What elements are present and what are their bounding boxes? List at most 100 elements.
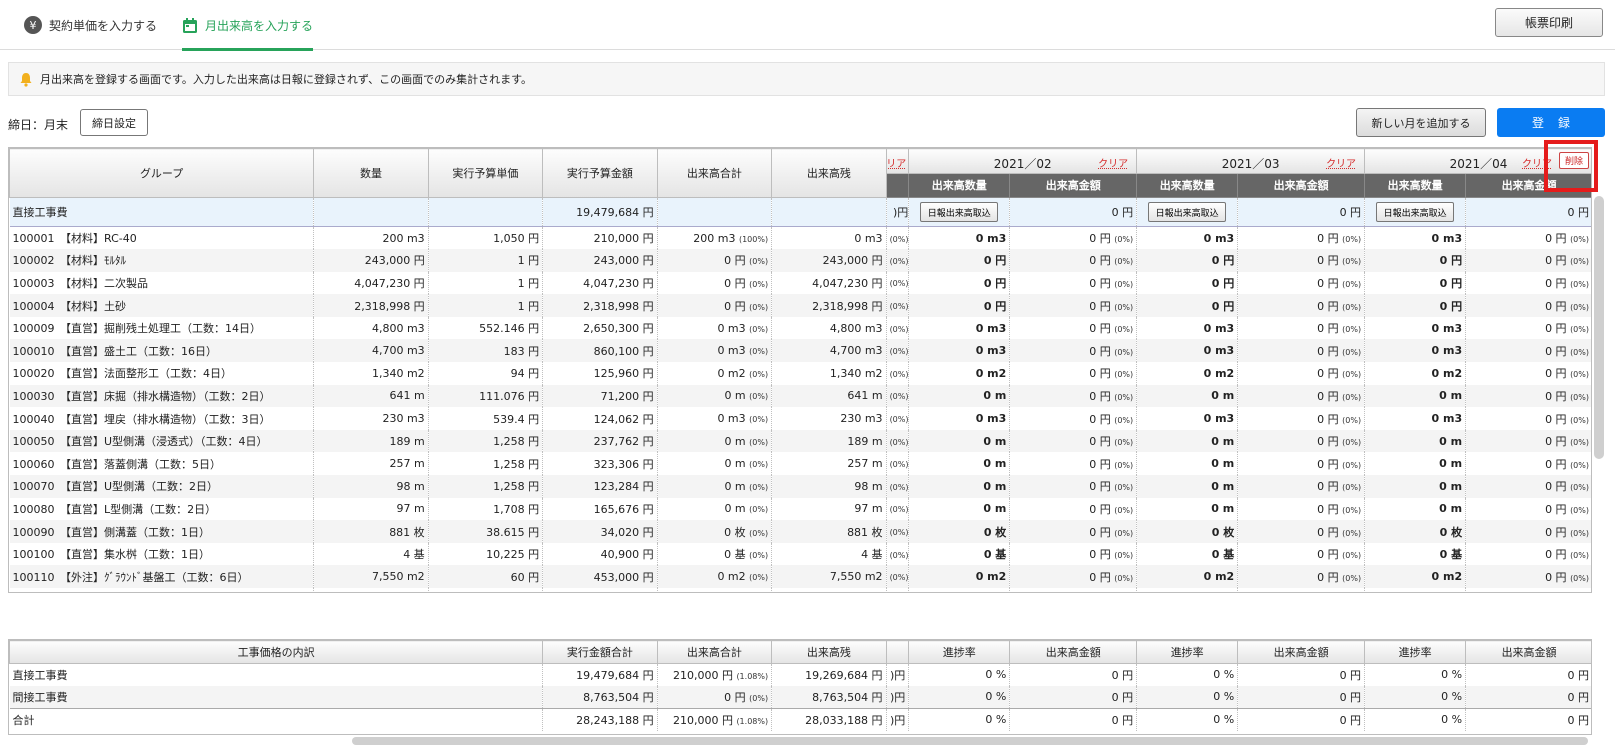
item-remaining: 4 基 — [771, 542, 887, 566]
summary-progress-amount: 0 円 — [1465, 685, 1591, 709]
item-quantity: 230 m3 — [313, 407, 429, 430]
summary-table: 工事価格の内訳 実行金額合計 出来高合計 出来高残 進捗率 出来高金額 進捗率 … — [8, 639, 1592, 735]
month-amount: 0 円 (0%) — [1009, 407, 1138, 430]
month-amount-value: 0 円 — [1089, 480, 1111, 494]
table-row[interactable]: 100004 【材料】土砂 2,318,998 円1 円 2,318,998 円0 … — [9, 294, 1591, 317]
month-qty-input-value: 0 m3 — [1203, 412, 1235, 426]
item-partial: (0%) — [886, 316, 910, 340]
item-budget: 2,318,998 円 — [542, 294, 658, 317]
table-row[interactable]: 100010 【直営】盛土工（工数：16日） 4,700 m3 183 円 860,1… — [9, 339, 1591, 363]
item-progress-total-percent: (0%) — [749, 324, 769, 334]
month-amount-percent: (0%) — [1342, 415, 1362, 425]
month-amount: 0 円 (0%) — [1237, 588, 1366, 592]
bell-icon — [19, 72, 33, 87]
item-remaining-value: 0 m3 — [854, 231, 883, 245]
summary-progress-rate-value: 0 % — [1213, 713, 1235, 727]
table-row[interactable]: 100060 【直営】落蓋側溝（工数：5日） 257 m 1,258 円 323,30… — [9, 452, 1591, 476]
table-row[interactable]: 100110 【外注】ｸﾞﾗｳﾝﾄﾞ基盤工（工数：6日） 7,550 m2 60 円… — [9, 565, 1591, 588]
item-progress-total: 0 m (0%) — [657, 452, 773, 476]
item-unit-price-value: 1 円 — [517, 254, 540, 268]
month-amount: 0 円 (0%) — [1465, 339, 1591, 363]
month-amount-percent: (0%) — [1114, 551, 1134, 561]
table-row[interactable]: 100100 【直営】集水桝（工数：1日） 4 基 10,225 円 40,900 円… — [9, 542, 1591, 566]
table-row[interactable]: 100002 【材料】ﾓﾙﾀﾙ 243,000 円1 円 243,000 円0 円 … — [9, 249, 1591, 272]
item-unit-price-value: 1 円 — [517, 276, 540, 290]
item-name-value: 100020 【直営】法面整形工（工数：4日） — [12, 367, 233, 381]
month-amount-value: 0 円 — [1545, 232, 1567, 246]
closing-day-settings-button[interactable]: 締日設定 — [80, 109, 148, 136]
import-daily-report-button[interactable]: 日報出来高取込 — [920, 202, 999, 222]
month-qty-input: 0 m3 — [908, 407, 1011, 430]
month-qty-input-value: 0 m3 — [1431, 412, 1463, 426]
month-qty-input: 0 m — [1364, 475, 1467, 498]
add-new-month-button[interactable]: 新しい月を追加する — [1356, 108, 1486, 137]
import-daily-report-button[interactable]: 日報出来高取込 — [1376, 202, 1455, 222]
summary-progress-total-percent: (1.08%) — [736, 671, 769, 681]
tab-monthly-progress[interactable]: 月出来高を入力する — [182, 0, 314, 51]
month-amount: 0 円 (0%) — [1465, 362, 1591, 385]
month-amount: 0 円 (0%) — [1009, 316, 1138, 340]
table-row[interactable]: 100120 【外注】ｸﾞﾗｳﾝﾄﾞ表層工（工数：6日）7,550 m2200 … — [9, 588, 1591, 592]
register-button[interactable]: 登録 — [1497, 108, 1605, 137]
month-amount-value: 0 円 — [1545, 254, 1567, 268]
table-row[interactable]: 100020 【直営】法面整形工（工数：4日） 1,340 m2 94 円 125,9… — [9, 362, 1591, 385]
horizontal-scrollbar[interactable] — [352, 737, 1588, 745]
table-row[interactable]: 100050 【直営】U型側溝（浸透式）（工数：4日） 189 m 1,258 円 2… — [9, 429, 1591, 453]
item-remaining-value: 257 m — [847, 457, 883, 471]
month-amount-percent: (0%) — [1570, 347, 1589, 357]
month-amount: 0 円 (0%) — [1465, 520, 1591, 543]
print-report-button[interactable]: 帳票印刷 — [1495, 8, 1603, 37]
clear-link-partial[interactable]: リア — [887, 155, 906, 170]
cell — [313, 197, 429, 227]
table-row[interactable]: 100090 【直営】側溝蓋（工数：1日） 881 枚 38.615 円 34,020… — [9, 520, 1591, 543]
cell — [771, 197, 887, 227]
item-quantity-value: 257 m — [389, 457, 425, 471]
item-remaining: 243,000 円 — [771, 249, 887, 272]
table-row[interactable]: 100001 【材料】RC-40 200 m3 1,050 円 210,000 円 20… — [9, 226, 1591, 250]
item-partial: (0%) — [886, 226, 910, 250]
item-partial-percent: (0%) — [889, 392, 909, 402]
tab-contract-price[interactable]: ¥ 契約単価を入力する — [24, 0, 157, 50]
clear-link-2021-02[interactable]: クリア — [1098, 155, 1128, 170]
item-progress-total-percent: (0%) — [749, 369, 769, 379]
table-row[interactable]: 100040 【直営】埋戻（排水構造物）（工数：3日） 230 m3 539.4 円… — [9, 407, 1591, 430]
item-quantity: 2,318,998 円 — [313, 294, 429, 317]
col-group: グループ — [9, 148, 315, 198]
month-amount-value: 0 円 — [1089, 412, 1111, 426]
month-amount-value: 0 円 — [1317, 548, 1339, 562]
item-name-value: 100080 【直営】L型側溝（工数：2日） — [12, 502, 217, 516]
summary-progress-rate: 0 % — [1136, 663, 1239, 686]
summary-amount-total-value: 28,243,188 円 — [576, 713, 654, 727]
vertical-scrollbar[interactable] — [1594, 196, 1604, 459]
item-quantity-value: 230 m3 — [382, 412, 425, 426]
table-row[interactable]: 100080 【直営】L型側溝（工数：2日） 97 m 1,708 円 165,676… — [9, 497, 1591, 521]
import-daily-report-button[interactable]: 日報出来高取込 — [1148, 202, 1227, 222]
monthly-progress-table[interactable]: グループ 数量 実行予算単価 実行予算金額 出来高合計 出来高残 リア 2021… — [8, 147, 1592, 593]
item-quantity: 243,000 円 — [313, 249, 429, 272]
item-remaining: 0 m3 — [771, 226, 887, 250]
month-amount-percent: (0%) — [1342, 483, 1362, 493]
month-amount: 0 円 (0%) — [1237, 294, 1366, 317]
table-row[interactable]: 100009 【直営】掘削残土処理工（工数：14日） 4,800 m3 552.14… — [9, 316, 1591, 340]
table-row[interactable]: 100030 【直営】床掘（排水構造物）（工数：2日） 641 m 111.076 … — [9, 384, 1591, 408]
summary-progress-rate: 0 % — [1136, 685, 1239, 709]
item-name: 100040 【直営】埋戻（排水構造物）（工数：3日） — [9, 407, 315, 430]
item-budget: 860,100 円 — [542, 339, 658, 363]
month-amount-value: 0 円 — [1089, 457, 1111, 471]
month-qty-input: 0 m2 — [1136, 588, 1239, 592]
table-row[interactable]: 100003 【材料】二次製品 4,047,230 円 1 円 4,047,230 円… — [9, 271, 1591, 295]
item-unit-price: 1 円 — [428, 271, 544, 295]
clear-link-2021-03[interactable]: クリア — [1326, 155, 1356, 170]
summary-progress-amount: 0 円 — [1237, 685, 1366, 709]
item-unit-price-value: 539.4 円 — [493, 412, 540, 426]
month-amount: 0 円 (0%) — [1009, 362, 1138, 385]
month-amount: 0 円 (0%) — [1009, 475, 1138, 498]
table-row[interactable]: 100070 【直営】U型側溝（工数：2日） 98 m 1,258 円 123,284… — [9, 475, 1591, 498]
month-amount: 0 円 — [1009, 197, 1138, 227]
month-amount: 0 円 (0%) — [1237, 565, 1366, 588]
item-name-value: 100070 【直営】U型側溝（工数：2日） — [12, 480, 219, 494]
summary-progress-amount: 0 円 — [1237, 663, 1366, 686]
month-amount-value: 0 円 — [1545, 322, 1567, 336]
month-qty-input-value: 0 m3 — [1431, 231, 1463, 245]
month-qty-input: 0 円 — [1136, 271, 1239, 295]
